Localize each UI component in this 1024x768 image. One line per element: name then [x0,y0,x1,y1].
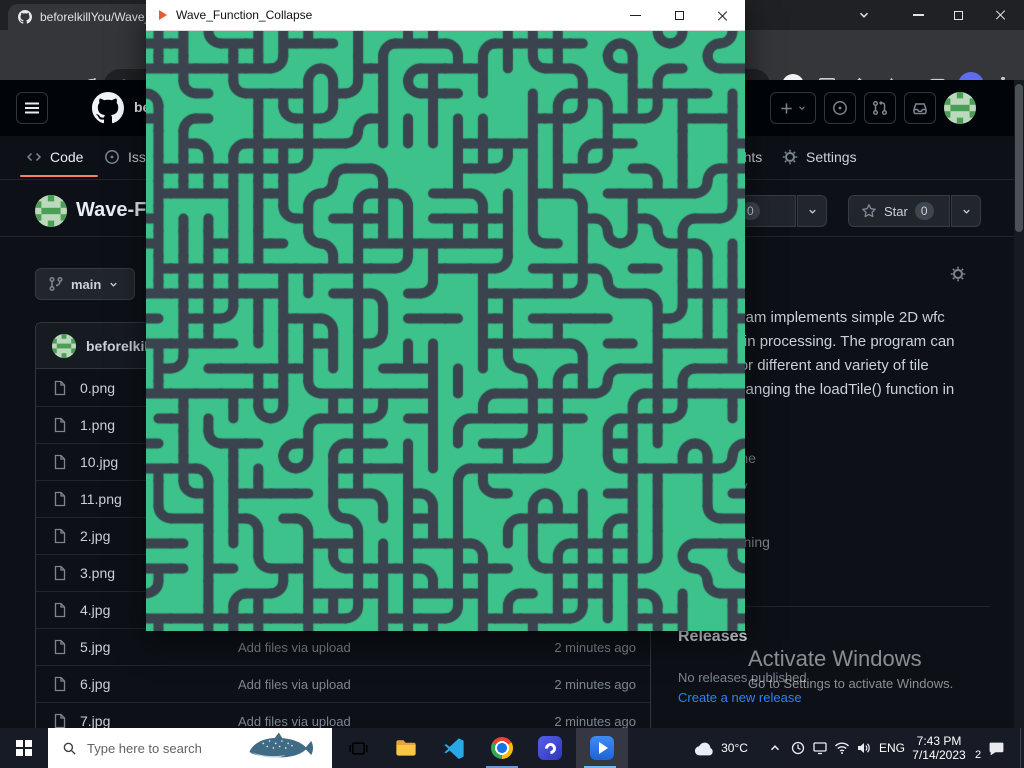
app-window: Wave_Function_Collapse [146,0,745,631]
scrollbar-thumb[interactable] [1015,84,1023,232]
app-window-title: Wave_Function_Collapse [176,8,312,22]
file-name[interactable]: 0.png [80,380,115,396]
search-input[interactable] [87,741,237,756]
app-titlebar[interactable]: Wave_Function_Collapse [146,0,745,31]
hamburger-menu-button[interactable] [16,92,48,124]
fork-dropdown-button[interactable] [797,195,827,227]
file-name[interactable]: 3.png [80,565,115,581]
file-name[interactable]: 5.jpg [80,639,110,655]
wfc-canvas [146,31,745,631]
activate-windows-subtext: Go to Settings to activate Windows. [748,676,953,691]
processing-icon[interactable] [526,728,574,768]
app-maximize-button[interactable] [657,0,701,31]
vscode-icon[interactable] [430,728,478,768]
branch-icon [48,276,64,292]
tray-volume-icon[interactable] [855,728,873,768]
file-icon [52,417,68,433]
branch-selector[interactable]: main [35,268,135,300]
file-name[interactable]: 7.jpg [80,713,110,728]
inbox-icon-button[interactable] [904,92,936,124]
tab-settings[interactable]: Settings [782,136,857,178]
file-icon [52,380,68,396]
tab-search-button[interactable] [848,0,880,30]
commit-author-avatar[interactable] [52,334,76,358]
star-dropdown-button[interactable] [951,195,981,227]
file-name[interactable]: 1.png [80,417,115,433]
active-tab-underline [20,175,98,177]
file-name[interactable]: 11.png [80,491,122,507]
file-commit-time: 2 minutes ago [554,714,636,729]
issues-icon-button[interactable] [824,92,856,124]
browser-close-button[interactable] [978,0,1024,30]
chrome-icon[interactable] [478,728,526,768]
file-name[interactable]: 10.jpg [80,454,118,470]
file-icon [52,602,68,618]
github-favicon [18,10,32,24]
file-commit-message[interactable]: Add files via upload [238,640,351,655]
star-button[interactable]: Star 0 [848,195,950,227]
file-commit-message[interactable]: Add files via upload [238,677,351,692]
screen: beforelkillYou/Wave_Function_Collapse ← … [0,0,1024,768]
temperature: 30°C [721,741,748,755]
file-icon [52,528,68,544]
file-commit-time: 2 minutes ago [554,677,636,692]
browser-minimize-button[interactable] [898,0,938,30]
file-name[interactable]: 6.jpg [80,676,110,692]
weather-widget[interactable]: 30°C [686,728,756,768]
clock-date: 7/14/2023 [912,748,965,762]
pull-requests-icon-button[interactable] [864,92,896,124]
file-row: 7.jpg Add files via upload 2 minutes ago [36,702,650,728]
app-close-button[interactable] [701,0,745,31]
file-icon [52,713,68,728]
tray-wifi-icon[interactable] [833,728,851,768]
about-gear-icon[interactable] [950,266,966,282]
browser-maximize-button[interactable] [938,0,978,30]
file-icon [52,639,68,655]
language-indicator[interactable]: ENG [878,728,906,768]
file-commit-time: 2 minutes ago [554,640,636,655]
active-sketch-icon[interactable] [576,728,628,768]
clock-time: 7:43 PM [917,734,962,748]
cloud-icon [694,741,715,756]
file-commit-message[interactable]: Add files via upload [238,714,351,729]
show-desktop-button[interactable] [1020,728,1024,768]
tray-clock-icon[interactable] [789,728,807,768]
tray-display-icon[interactable] [811,728,829,768]
file-name[interactable]: 4.jpg [80,602,110,618]
page-scrollbar[interactable] [1014,80,1024,728]
task-view-button[interactable] [334,728,382,768]
activate-windows-watermark: Activate Windows [748,646,922,672]
notification-center-button[interactable]: 2 [984,728,1008,768]
file-row: 6.jpg Add files via upload 2 minutes ago [36,665,650,702]
create-new-button[interactable] [770,92,816,124]
file-name[interactable]: 2.jpg [80,528,110,544]
star-icon [861,203,877,219]
app-minimize-button[interactable] [613,0,657,31]
start-button[interactable] [0,728,48,768]
file-icon [52,454,68,470]
file-explorer-icon[interactable] [382,728,430,768]
user-avatar[interactable] [944,92,976,124]
windows-logo-icon [16,740,32,756]
tray-expand-icon[interactable] [766,728,784,768]
taskbar: 30°C ENG 7:43 PM 7/14/2023 2 [0,728,1024,768]
chevron-down-icon [108,279,119,290]
file-icon [52,565,68,581]
app-icon [159,10,167,20]
create-release-link[interactable]: Create a new release [678,690,802,705]
notification-bubble-icon [988,740,1005,757]
taskbar-clock[interactable]: 7:43 PM 7/14/2023 [908,728,970,768]
tab-code[interactable]: Code [26,136,83,178]
repo-owner-avatar [35,195,67,227]
taskbar-search[interactable] [48,728,332,768]
github-logo[interactable] [92,92,124,124]
file-icon [52,491,68,507]
star-count: 0 [915,202,934,220]
notification-count: 2 [975,749,981,761]
search-icon [62,741,77,756]
whale-shark-image[interactable] [242,731,328,765]
file-icon [52,676,68,692]
